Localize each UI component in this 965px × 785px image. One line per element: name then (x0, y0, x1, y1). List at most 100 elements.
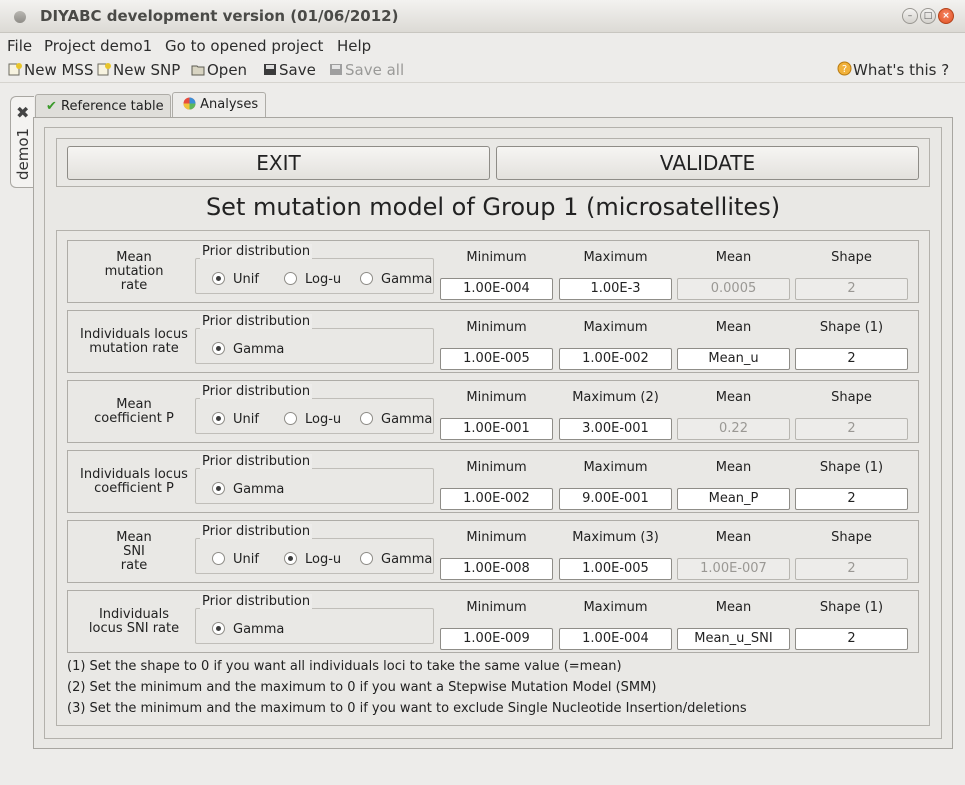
radio-button-icon[interactable] (212, 622, 225, 635)
minimum-input[interactable]: 1.00E-001 (440, 418, 553, 440)
menu-file[interactable]: File (7, 37, 32, 55)
shape-input[interactable]: 2 (795, 628, 908, 650)
mean-input[interactable]: Mean_u_SNI (677, 628, 790, 650)
radio-button-icon[interactable] (360, 412, 373, 425)
maximum-input[interactable]: 1.00E-3 (559, 278, 672, 300)
window-menu-icon[interactable] (14, 11, 26, 23)
minimum-input[interactable]: 1.00E-002 (440, 488, 553, 510)
radio-button-icon[interactable] (212, 552, 225, 565)
maximum-input[interactable]: 1.00E-005 (559, 558, 672, 580)
help-icon: ? (837, 61, 852, 76)
tab-analyses-label: Analyses (200, 97, 259, 112)
mean-input: 0.0005 (677, 278, 790, 300)
minimum-input[interactable]: 1.00E-008 (440, 558, 553, 580)
column-header-minimum: Minimum (466, 600, 527, 615)
tab-reference-table[interactable]: ✔ Reference table (35, 94, 171, 118)
column-header-maximum: Maximum (3) (572, 530, 659, 545)
toolbar: New MSS New SNP Open Save Save all ? What… (0, 57, 965, 83)
radio-gamma[interactable]: Gamma (212, 342, 284, 357)
tab-analyses[interactable]: Analyses (172, 92, 266, 119)
radio-button-icon[interactable] (360, 552, 373, 565)
save-button[interactable]: Save (263, 61, 316, 79)
radio-log-u[interactable]: Log-u (284, 552, 341, 567)
minimum-input[interactable]: 1.00E-005 (440, 348, 553, 370)
radio-button-icon[interactable] (212, 482, 225, 495)
parameter-row: Individuals locus SNI rate Prior distribu… (67, 590, 919, 653)
menu-project[interactable]: Project demo1 (44, 37, 152, 55)
new-snp-label: New SNP (113, 61, 181, 79)
radio-gamma[interactable]: Gamma (212, 482, 284, 497)
shape-input[interactable]: 2 (795, 348, 908, 370)
maximum-input[interactable]: 3.00E-001 (559, 418, 672, 440)
radio-button-icon[interactable] (212, 342, 225, 355)
project-tab[interactable]: ✖ demo1 (10, 96, 34, 188)
new-mss-button[interactable]: New MSS (8, 61, 93, 79)
radio-label: Log-u (305, 412, 342, 427)
radio-unif[interactable]: Unif (212, 272, 259, 287)
radio-button-icon[interactable] (284, 412, 297, 425)
check-icon: ✔ (46, 99, 57, 114)
column-header-shape: Shape (1) (819, 460, 884, 475)
column-header-mean: Mean (715, 390, 752, 405)
column-header-maximum: Maximum (2) (572, 390, 659, 405)
column-header-minimum: Minimum (466, 250, 527, 265)
radio-gamma[interactable]: Gamma (360, 272, 432, 287)
parameter-row: Mean mutation rate Prior distribution Unif… (67, 240, 919, 303)
radio-button-icon[interactable] (212, 412, 225, 425)
maximum-input[interactable]: 1.00E-004 (559, 628, 672, 650)
radio-gamma[interactable]: Gamma (212, 622, 284, 637)
page-title: Set mutation model of Group 1 (microsate… (205, 193, 781, 221)
close-icon[interactable]: × (938, 8, 954, 24)
radio-label: Log-u (305, 552, 342, 567)
maximum-input[interactable]: 1.00E-002 (559, 348, 672, 370)
radio-button-icon[interactable] (284, 552, 297, 565)
parameter-row: Mean SNI rate Prior distribution Unif Log-u… (67, 520, 919, 583)
minimize-icon[interactable]: – (902, 8, 918, 24)
mean-input[interactable]: Mean_P (677, 488, 790, 510)
radio-label: Unif (233, 412, 259, 427)
column-header-maximum: Maximum (583, 460, 648, 475)
radio-log-u[interactable]: Log-u (284, 412, 341, 427)
parameter-row: Mean coefficient P Prior distribution Unif… (67, 380, 919, 443)
radio-button-icon[interactable] (360, 272, 373, 285)
whats-this-button[interactable]: ? What's this ? (837, 61, 949, 79)
column-header-mean: Mean (715, 530, 752, 545)
mean-input[interactable]: Mean_u (677, 348, 790, 370)
radio-label: Gamma (381, 552, 433, 567)
radio-unif[interactable]: Unif (212, 552, 259, 567)
prior-distribution-title: Prior distribution (200, 594, 313, 609)
save-label: Save (279, 61, 316, 79)
shape-input: 2 (795, 418, 908, 440)
new-mss-label: New MSS (24, 61, 94, 79)
menu-help[interactable]: Help (337, 37, 371, 55)
column-header-minimum: Minimum (466, 390, 527, 405)
column-header-maximum: Maximum (583, 320, 648, 335)
minimum-input[interactable]: 1.00E-004 (440, 278, 553, 300)
save-all-button[interactable]: Save all (329, 61, 404, 79)
column-header-mean: Mean (715, 600, 752, 615)
radio-button-icon[interactable] (212, 272, 225, 285)
shape-input: 2 (795, 278, 908, 300)
shape-input[interactable]: 2 (795, 488, 908, 510)
exit-button[interactable]: EXIT (67, 146, 490, 180)
window-title: DIYABC development version (01/06/2012) (40, 7, 399, 25)
floppy-disk-icon (263, 62, 277, 75)
open-button[interactable]: Open (191, 61, 247, 79)
prior-distribution-title: Prior distribution (200, 454, 313, 469)
new-snp-button[interactable]: New SNP (97, 61, 180, 79)
maximize-icon[interactable]: □ (920, 8, 936, 24)
maximum-input[interactable]: 9.00E-001 (559, 488, 672, 510)
radio-log-u[interactable]: Log-u (284, 272, 341, 287)
title-bar: DIYABC development version (01/06/2012) … (0, 0, 965, 33)
validate-button[interactable]: VALIDATE (496, 146, 919, 180)
radio-button-icon[interactable] (284, 272, 297, 285)
radio-gamma[interactable]: Gamma (360, 552, 432, 567)
close-project-icon[interactable]: ✖ (16, 103, 29, 122)
column-header-mean: Mean (715, 250, 752, 265)
minimum-input[interactable]: 1.00E-009 (440, 628, 553, 650)
menu-go-to-opened-project[interactable]: Go to opened project (165, 37, 323, 55)
radio-unif[interactable]: Unif (212, 412, 259, 427)
radio-gamma[interactable]: Gamma (360, 412, 432, 427)
parameter-label: Mean coefficient P (94, 396, 174, 426)
prior-distribution-title: Prior distribution (200, 384, 313, 399)
